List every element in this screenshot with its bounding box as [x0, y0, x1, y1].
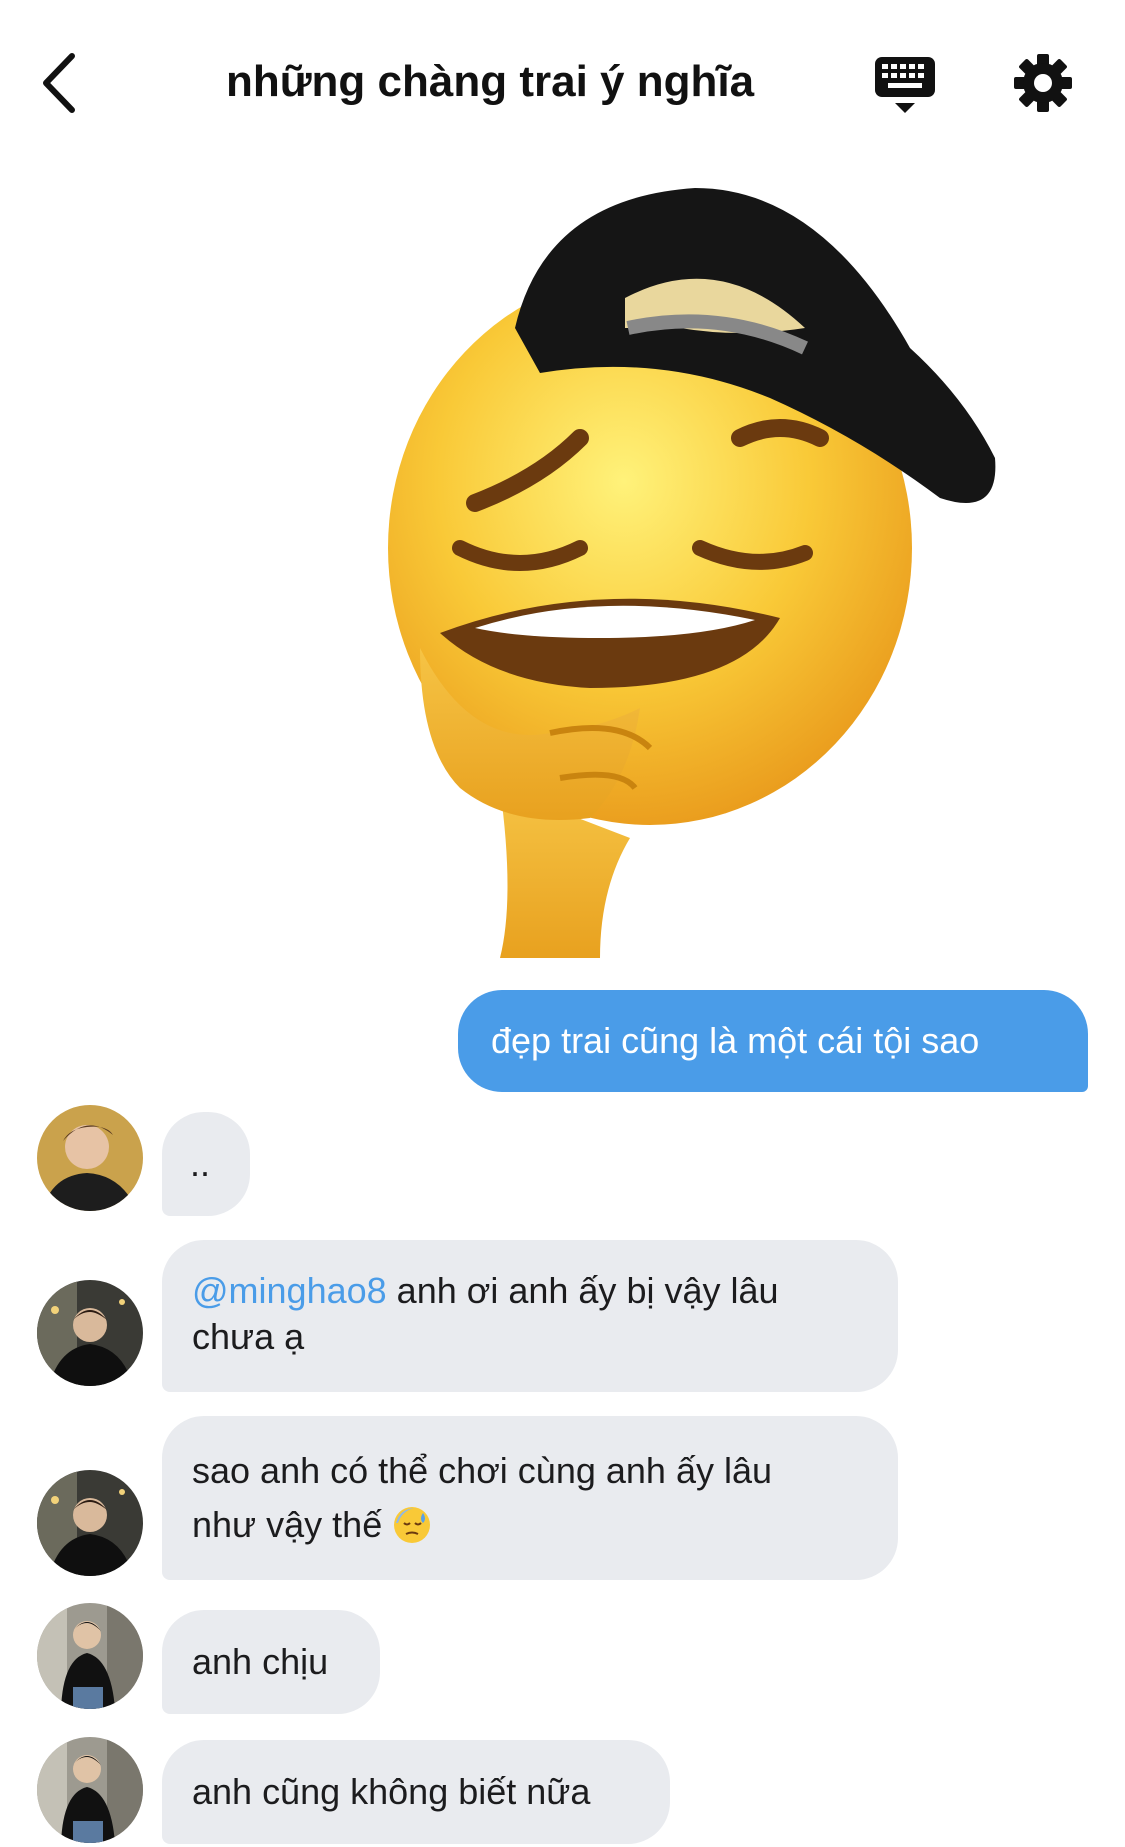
thinking-emoji-with-cap-icon: [388, 188, 996, 958]
keyboard-button[interactable]: [872, 55, 938, 117]
sweat-face-emoji-icon: [394, 1507, 431, 1543]
avatar[interactable]: [37, 1105, 143, 1211]
user-mention-link[interactable]: @minghao8: [192, 1270, 387, 1311]
avatar[interactable]: [37, 1280, 143, 1386]
back-button[interactable]: [40, 48, 100, 118]
avatar[interactable]: [37, 1737, 143, 1843]
avatar[interactable]: [37, 1603, 143, 1709]
incoming-message-bubble[interactable]: @minghao8 anh ơi anh ấy bị vậy lâu chưa …: [162, 1240, 898, 1392]
keyboard-icon: [875, 57, 935, 113]
chat-header: những chàng trai ý nghĩa: [0, 0, 1125, 170]
incoming-message-bubble[interactable]: sao anh có thể chơi cùng anh ấy lâu như …: [162, 1416, 898, 1580]
chat-title: những chàng trai ý nghĩa: [225, 57, 755, 106]
gear-icon: [1014, 54, 1072, 112]
emoji-sticker[interactable]: [300, 188, 1080, 978]
message-text-line: như vậy thế: [192, 1498, 868, 1552]
settings-button[interactable]: [1012, 52, 1074, 114]
avatar[interactable]: [37, 1470, 143, 1576]
incoming-message-bubble[interactable]: anh cũng không biết nữa: [162, 1740, 670, 1844]
incoming-message-bubble[interactable]: anh chịu: [162, 1610, 380, 1714]
incoming-message-bubble[interactable]: ..: [162, 1112, 250, 1216]
message-text-line: sao anh có thể chơi cùng anh ấy lâu: [192, 1450, 773, 1491]
outgoing-message-bubble[interactable]: đẹp trai cũng là một cái tội sao: [458, 990, 1088, 1092]
chevron-left-icon: [43, 53, 75, 113]
